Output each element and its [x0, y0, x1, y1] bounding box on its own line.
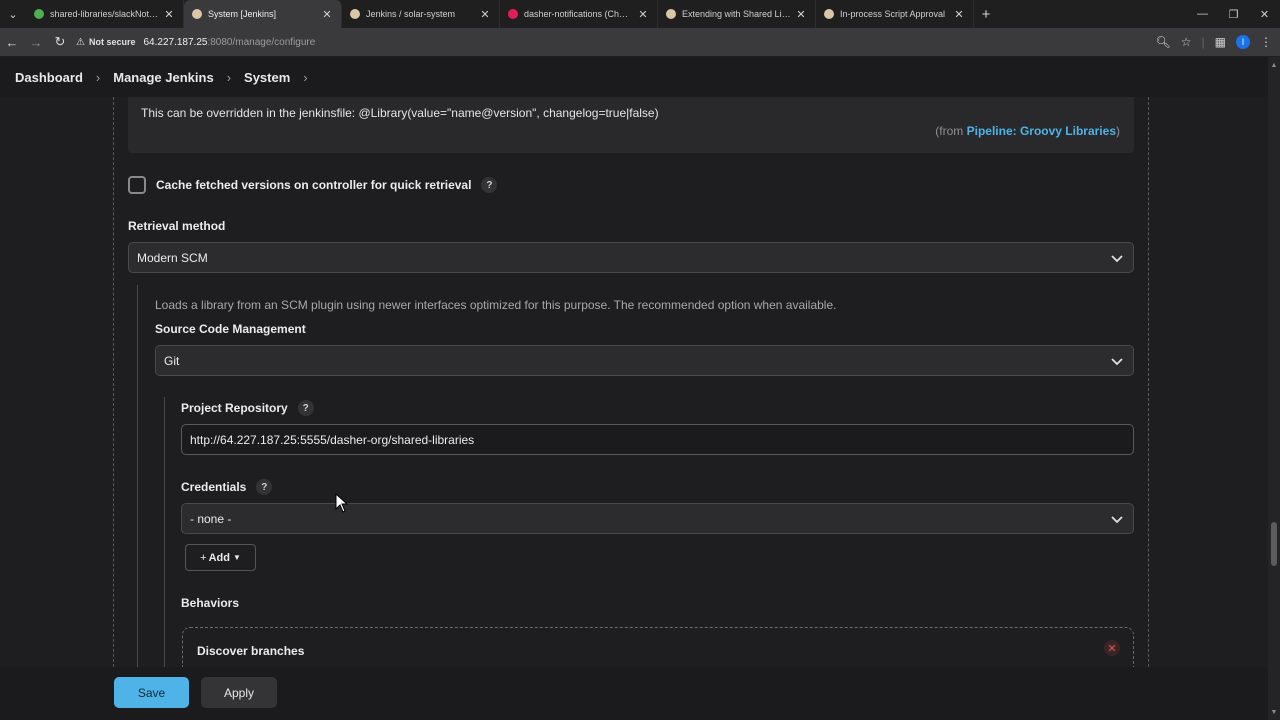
browser-tab[interactable]: dasher-notifications (Channel) ✕	[500, 0, 658, 28]
help-info-box: This can be overridden in the jenkinsfil…	[128, 97, 1134, 153]
help-icon[interactable]: ?	[481, 177, 498, 193]
chevron-down-icon	[1111, 516, 1123, 524]
nested-section-rule	[137, 285, 138, 667]
help-icon[interactable]: ?	[256, 479, 273, 495]
breadcrumb-manage-jenkins[interactable]: Manage Jenkins	[113, 70, 213, 85]
tab-favicon	[34, 9, 44, 19]
extensions-icon[interactable]: ▦	[1215, 35, 1226, 49]
chevron-down-icon	[1111, 358, 1123, 366]
config-content: This can be overridden in the jenkinsfil…	[0, 97, 1268, 667]
tab-favicon	[666, 9, 676, 19]
save-button[interactable]: Save	[114, 677, 189, 708]
profile-avatar[interactable]: I	[1236, 35, 1250, 49]
close-icon[interactable]: ✕	[163, 8, 175, 21]
divider: |	[1201, 35, 1205, 49]
scrollbar-thumb[interactable]	[1271, 522, 1277, 566]
chevron-right-icon: ›	[95, 69, 101, 85]
menu-icon[interactable]: ⋮	[1260, 35, 1272, 49]
browser-tab[interactable]: shared-libraries/slackNotificatic ✕	[26, 0, 184, 28]
breadcrumb-system[interactable]: System	[244, 70, 290, 85]
cache-checkbox[interactable]	[128, 176, 146, 194]
apply-button[interactable]: Apply	[201, 677, 277, 708]
close-icon[interactable]: ✕	[795, 8, 807, 21]
browser-tab-active[interactable]: System [Jenkins] ✕	[184, 0, 342, 28]
browser-tab[interactable]: In-process Script Approval ✕	[816, 0, 974, 28]
bottom-action-bar: Save Apply	[0, 667, 1268, 720]
remove-icon[interactable]: ✕	[1104, 640, 1120, 656]
close-window-icon[interactable]: ✕	[1249, 0, 1280, 28]
close-icon[interactable]: ✕	[953, 8, 965, 21]
url-path: :8080/manage/configure	[207, 36, 316, 48]
breadcrumb-dashboard[interactable]: Dashboard	[15, 70, 83, 85]
warning-icon: ⚠	[76, 36, 85, 48]
add-credentials-button[interactable]: + Add ▼	[185, 544, 256, 571]
address-bar-actions: 🔍︎ ☆ | ▦ I ⋮	[1156, 28, 1272, 56]
zoom-icon[interactable]: 🔍︎	[1156, 35, 1171, 49]
address-bar: ← → ↻ ⚠ Not secure 64.227.187.25 :8080/m…	[0, 28, 1280, 56]
credentials-label: Credentials ?	[181, 479, 273, 495]
mouse-cursor-icon	[335, 493, 349, 513]
retrieval-method-label: Retrieval method	[128, 219, 226, 233]
cache-label: Cache fetched versions on controller for…	[156, 178, 472, 192]
back-icon[interactable]: ←	[0, 28, 24, 56]
tab-favicon	[824, 9, 834, 19]
chevron-right-icon: ›	[226, 69, 232, 85]
scm-label: Source Code Management	[155, 322, 306, 336]
caret-down-icon: ▼	[232, 553, 241, 562]
cache-option: Cache fetched versions on controller for…	[128, 176, 498, 194]
minimize-icon[interactable]: —	[1187, 0, 1218, 28]
bookmark-star-icon[interactable]: ☆	[1181, 35, 1192, 49]
breadcrumb: Dashboard › Manage Jenkins › System ›	[0, 57, 1268, 97]
page-scrollbar[interactable]: ▲ ▼	[1268, 57, 1280, 720]
reload-icon[interactable]: ↻	[48, 28, 72, 56]
retrieval-method-select[interactable]: Modern SCM	[128, 242, 1134, 273]
nested-section-rule	[164, 397, 165, 667]
behaviors-label: Behaviors	[181, 596, 240, 610]
url-host: 64.227.187.25	[143, 36, 208, 48]
browser-tab[interactable]: Jenkins / solar-system ✕	[342, 0, 500, 28]
forward-icon[interactable]: →	[24, 28, 48, 56]
plugin-link[interactable]: Pipeline: Groovy Libraries	[967, 124, 1116, 138]
project-repository-input[interactable]: http://64.227.187.25:5555/dasher-org/sha…	[181, 424, 1134, 455]
restore-icon[interactable]: ❐	[1218, 0, 1249, 28]
help-source: (from Pipeline: Groovy Libraries)	[935, 124, 1120, 138]
help-icon[interactable]: ?	[297, 400, 314, 416]
tab-favicon	[508, 9, 518, 19]
browser-tab[interactable]: Extending with Shared Libraries ✕	[658, 0, 816, 28]
scm-select[interactable]: Git	[155, 345, 1134, 376]
close-icon[interactable]: ✕	[479, 8, 491, 21]
url-field[interactable]: ⚠ Not secure 64.227.187.25 :8080/manage/…	[76, 31, 1156, 53]
behavior-title: Discover branches	[197, 644, 305, 658]
tab-search-icon[interactable]: ⌄	[0, 0, 26, 28]
plus-icon: +	[200, 551, 207, 564]
window-controls: — ❐ ✕	[1187, 0, 1280, 28]
credentials-select[interactable]: - none -	[181, 503, 1134, 534]
close-icon[interactable]: ✕	[321, 8, 333, 21]
project-repository-label: Project Repository ?	[181, 400, 314, 416]
new-tab-icon[interactable]: +	[974, 0, 998, 28]
close-icon[interactable]: ✕	[637, 8, 649, 21]
chevron-right-icon[interactable]: ›	[303, 70, 307, 85]
not-secure-label: Not secure	[88, 37, 136, 47]
help-text: This can be overridden in the jenkinsfil…	[141, 106, 659, 120]
behavior-item: Discover branches ✕	[182, 627, 1134, 667]
tab-favicon	[350, 9, 360, 19]
retrieval-description: Loads a library from an SCM plugin using…	[155, 298, 837, 312]
tab-favicon	[192, 9, 202, 19]
browser-tab-strip: ⌄ shared-libraries/slackNotificatic ✕ Sy…	[0, 0, 1280, 28]
chevron-down-icon	[1111, 255, 1123, 263]
scroll-up-icon[interactable]: ▲	[1268, 59, 1280, 71]
scroll-down-icon[interactable]: ▼	[1268, 706, 1280, 718]
